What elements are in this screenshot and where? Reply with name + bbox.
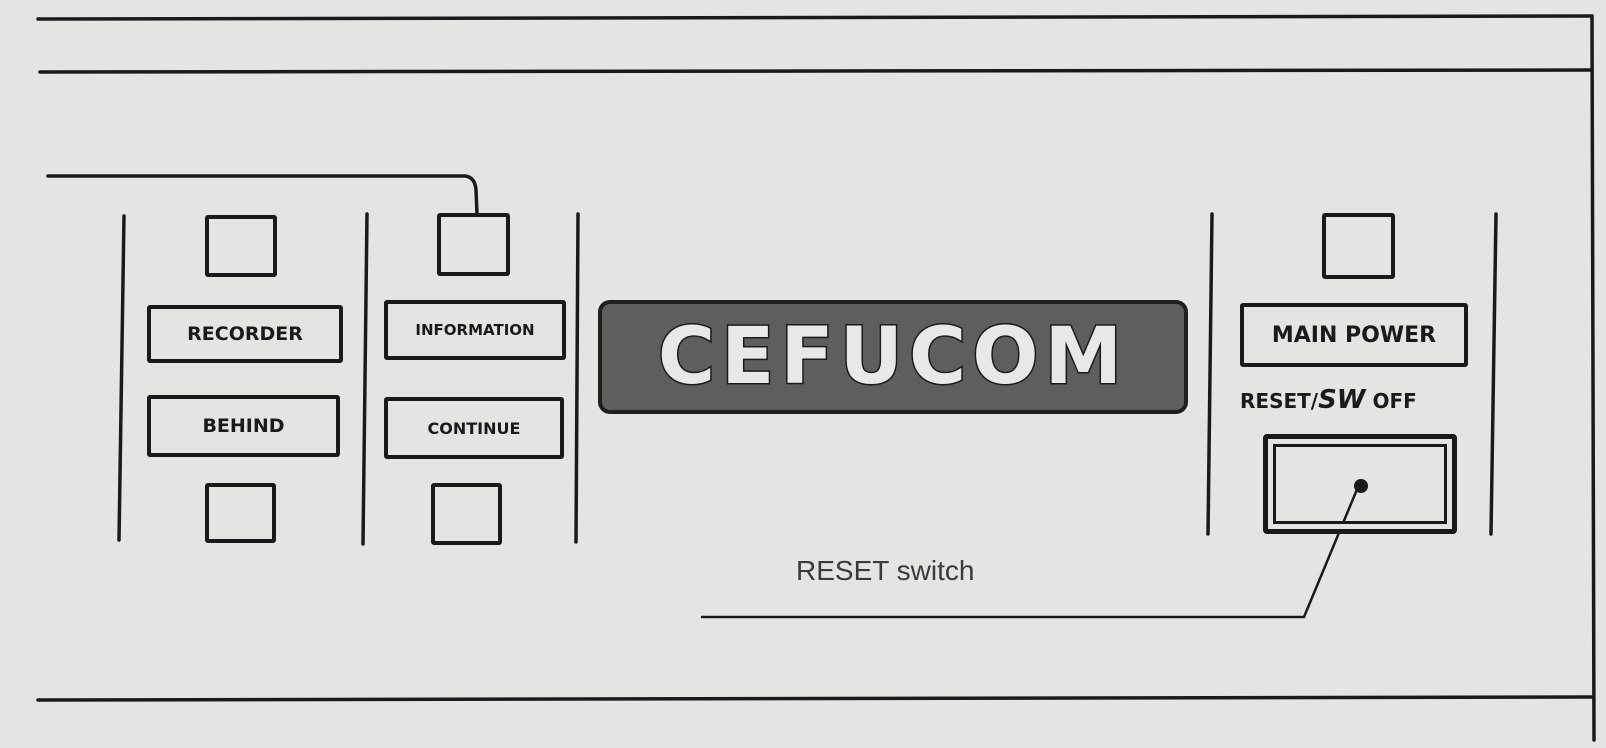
continue-indicator-light bbox=[431, 483, 502, 545]
reset-label-prefix: RESET/ bbox=[1240, 389, 1319, 413]
callout-line bbox=[700, 485, 1360, 619]
upper-rule-line bbox=[38, 68, 1594, 74]
divider-line-1 bbox=[117, 214, 126, 542]
main-power-button[interactable]: MAIN POWER bbox=[1240, 303, 1468, 367]
recorder-button[interactable]: RECORDER bbox=[147, 305, 343, 363]
top-border-line bbox=[36, 14, 1594, 21]
reset-switch-caption: RESET switch bbox=[796, 555, 975, 586]
reset-label-suffix: OFF bbox=[1365, 389, 1417, 413]
panel-diagram: RECORDER BEHIND INFORMATION CONTINUE CEF… bbox=[0, 0, 1606, 748]
reset-sw-off-label: RESET/SW OFF bbox=[1240, 385, 1417, 415]
information-indicator-light bbox=[437, 213, 510, 276]
behind-indicator-light bbox=[205, 483, 276, 543]
leader-line-top bbox=[46, 174, 479, 216]
callout-dot bbox=[1354, 479, 1368, 493]
main-power-indicator-light bbox=[1322, 213, 1395, 279]
behind-button[interactable]: BEHIND bbox=[147, 395, 340, 457]
right-edge-line bbox=[1590, 14, 1596, 742]
reset-label-sw: SW bbox=[1318, 385, 1366, 415]
lower-rule-line bbox=[36, 695, 1594, 702]
divider-line-3 bbox=[574, 212, 580, 544]
recorder-indicator-light bbox=[205, 215, 277, 277]
divider-line-4 bbox=[1206, 212, 1214, 536]
divider-line-5 bbox=[1489, 212, 1498, 536]
continue-button[interactable]: CONTINUE bbox=[384, 397, 564, 459]
cefucom-logo: CEFUCOM bbox=[598, 300, 1188, 414]
information-button[interactable]: INFORMATION bbox=[384, 300, 566, 360]
divider-line-2 bbox=[361, 212, 369, 546]
